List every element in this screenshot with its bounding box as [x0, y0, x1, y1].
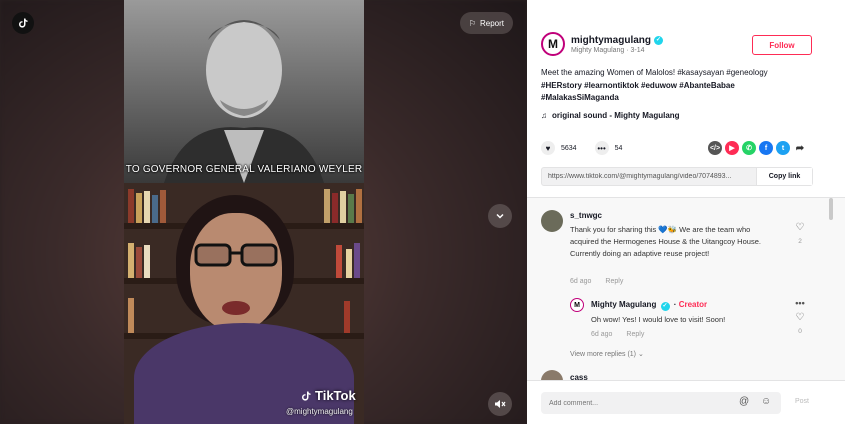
heart-outline-icon[interactable]: ♡ — [793, 312, 807, 323]
commenter-avatar[interactable] — [541, 370, 563, 380]
verified-icon: ✓ — [654, 35, 664, 45]
music-note-icon: ♫ — [541, 111, 547, 120]
heart-outline-icon[interactable]: ♡ — [793, 222, 807, 233]
book — [128, 189, 134, 223]
book — [340, 191, 346, 223]
video-link[interactable]: https://www.tiktok.com/@mightymagulang/v… — [542, 173, 756, 180]
reply-text: Oh wow! Yes! I would love to visit! Soon… — [591, 315, 726, 324]
comment-icon[interactable]: ••• — [594, 141, 609, 155]
comment-text: Thank you for sharing this 💙🐝 We are the… — [570, 225, 761, 258]
mute-button[interactable] — [488, 392, 512, 416]
reply-like-count: 0 — [798, 328, 802, 335]
historical-portrait — [124, 0, 364, 183]
author-info[interactable]: M mightymagulang ✓ Mighty Magulang · 3-1… — [541, 32, 664, 56]
commenter-avatar[interactable] — [541, 210, 563, 232]
book — [344, 301, 350, 333]
report-button[interactable]: ⚐ Report — [459, 12, 513, 34]
book — [332, 193, 338, 223]
book — [348, 194, 354, 223]
video-player[interactable]: ⚐ Report TO GOVERNOR GENERAL VALERIANO W… — [0, 0, 527, 424]
description-line: #HERstory #learnontiktok #eduwow #Abante… — [541, 80, 735, 90]
twitter-icon[interactable]: t — [776, 141, 790, 155]
details-panel: M mightymagulang ✓ Mighty Magulang · 3-1… — [527, 0, 845, 424]
mention-icon[interactable]: @ — [739, 396, 749, 407]
tiktok-watermark: TikTok — [300, 388, 356, 403]
commenter-name[interactable]: s_tnwgc — [570, 211, 602, 220]
book — [152, 195, 158, 223]
follow-button[interactable]: Follow — [752, 35, 812, 55]
reply-meta: 6d ago Reply — [591, 331, 645, 338]
book — [324, 189, 330, 223]
book — [144, 191, 150, 223]
author-username[interactable]: mightymagulang ✓ — [571, 35, 664, 46]
whatsapp-icon[interactable]: ✆ — [742, 141, 756, 155]
description-line: #MalakasSiMaganda — [541, 93, 619, 102]
next-video-button[interactable] — [488, 204, 512, 228]
book — [356, 189, 362, 223]
book — [128, 243, 134, 278]
watermark-handle: @mightymagulang — [286, 407, 353, 416]
chevron-down-icon — [496, 213, 504, 219]
more-options-icon[interactable]: ••• — [793, 298, 807, 308]
link-box: https://www.tiktok.com/@mightymagulang/v… — [541, 167, 813, 186]
book — [136, 193, 142, 223]
mouth — [222, 301, 250, 315]
emoji-icon[interactable]: ☺ — [761, 396, 771, 407]
book — [136, 247, 142, 278]
creator-badge: Creator — [678, 300, 708, 309]
music-link[interactable]: ♫ original sound - Mighty Magulang — [541, 111, 680, 120]
facebook-icon[interactable]: f — [759, 141, 773, 155]
share-arrow-icon[interactable]: ➦ — [793, 141, 807, 155]
reply-button[interactable]: Reply — [626, 331, 644, 338]
comment-like-count: 2 — [798, 238, 802, 245]
book — [336, 245, 342, 278]
commenter-name[interactable]: cass — [570, 373, 588, 380]
like-count: 5634 — [561, 144, 577, 152]
send-icon[interactable]: ▶ — [725, 141, 739, 155]
scrollbar[interactable] — [829, 198, 833, 220]
post-button[interactable]: Post — [795, 398, 809, 405]
description-line: Meet the amazing Women of Malolos! #kasa… — [541, 68, 768, 77]
glasses — [194, 243, 278, 267]
book — [144, 245, 150, 278]
reply-author[interactable]: Mighty Magulang ✓ · Creator — [591, 300, 707, 311]
video-description: Meet the amazing Women of Malolos! #kasa… — [541, 67, 811, 105]
stats-row: ♥ 5634 ••• 54 — [541, 141, 622, 155]
comment-meta: 6d ago Reply — [570, 278, 624, 285]
heart-icon[interactable]: ♥ — [541, 141, 555, 155]
flag-icon: ⚐ — [468, 18, 476, 28]
comment-input-bar: @ ☺ Post — [527, 380, 845, 424]
view-more-replies[interactable]: View more replies (1) ⌄ — [570, 350, 644, 358]
author-avatar[interactable]: M — [541, 32, 565, 56]
video-caption: TO GOVERNOR GENERAL VALERIANO WEYLER — [125, 164, 363, 175]
share-icons: </> ▶ ✆ f t ➦ — [708, 141, 807, 155]
speaker-muted-icon — [495, 400, 506, 408]
creator-avatar[interactable]: M — [570, 298, 584, 312]
comments-list[interactable]: s_tnwgc Thank you for sharing this 💙🐝 We… — [527, 197, 845, 380]
book — [160, 190, 166, 223]
book — [128, 298, 134, 333]
video-frame[interactable]: TO GOVERNOR GENERAL VALERIANO WEYLER — [124, 0, 364, 424]
comment-count: 54 — [614, 144, 623, 152]
book — [346, 249, 352, 278]
author-subtitle: Mighty Magulang · 3-14 — [571, 46, 645, 54]
reply-button[interactable]: Reply — [605, 278, 623, 285]
tiktok-note-icon — [302, 391, 311, 401]
verified-icon: ✓ — [660, 302, 670, 311]
book — [354, 243, 360, 278]
embed-icon[interactable]: </> — [708, 141, 722, 155]
copy-link-button[interactable]: Copy link — [756, 168, 812, 185]
tiktok-logo-icon[interactable] — [12, 12, 34, 34]
